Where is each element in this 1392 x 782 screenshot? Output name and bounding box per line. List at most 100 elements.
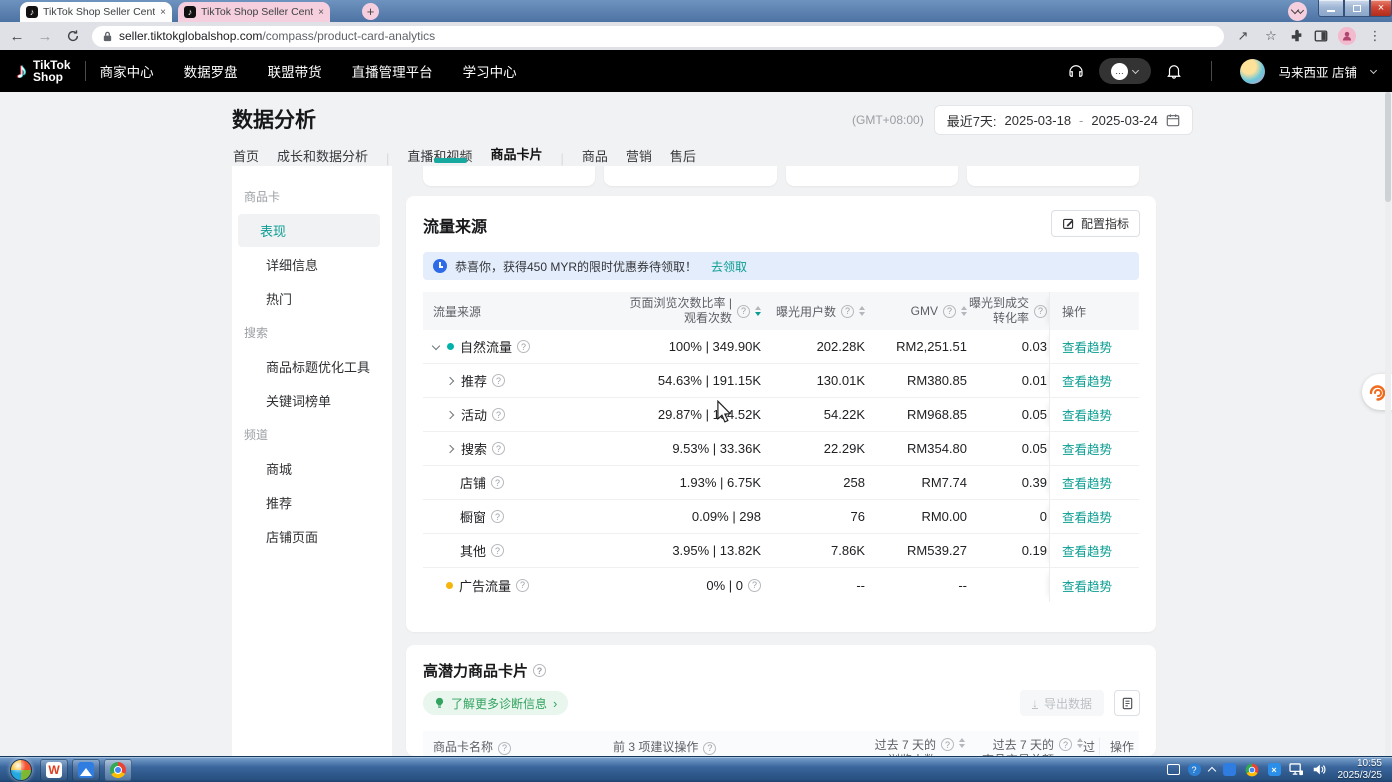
table-row-organic: 自然流量? 100% | 349.90K 202.28K RM2,251.51 …	[423, 330, 1139, 364]
taskbar-clock[interactable]: 10:55 2025/3/25	[1338, 758, 1383, 782]
tray-network-icon[interactable]	[1289, 763, 1304, 776]
view-trend-link[interactable]: 查看趋势	[1062, 576, 1112, 595]
window-minimize-button[interactable]	[1318, 0, 1344, 17]
diagnosis-info-link[interactable]: 了解更多诊断信息 ›	[423, 691, 568, 715]
taskbar-wps-button[interactable]: W	[40, 759, 68, 781]
col-exposed-users[interactable]: 曝光用户数 ?	[761, 292, 865, 330]
sidebar-item-recommend[interactable]: 推荐	[238, 486, 380, 519]
help-icon[interactable]: ?	[492, 374, 505, 387]
date-range-picker[interactable]: 最近7天: 2025-03-18 - 2025-03-24	[934, 105, 1193, 135]
tray-show-hidden-icon[interactable]	[1207, 767, 1215, 775]
tiktok-shop-logo[interactable]: ♪ TikTokShop	[16, 58, 71, 84]
forward-icon[interactable]: →	[36, 28, 54, 45]
view-trend-link[interactable]: 查看趋势	[1062, 541, 1112, 560]
tab-close-icon[interactable]: ×	[160, 7, 166, 18]
nav-item-affiliate[interactable]: 联盟带货	[268, 61, 322, 81]
bell-icon[interactable]	[1165, 62, 1183, 80]
window-maximize-button[interactable]	[1344, 0, 1370, 17]
tray-help-icon[interactable]: ?	[1188, 763, 1201, 776]
tab-search-chevron-icon[interactable]	[1288, 2, 1307, 21]
col-pageview-ratio[interactable]: 页面浏览次数比率 | 观看次数 ?	[603, 292, 761, 330]
tray-window-icon[interactable]	[1167, 764, 1180, 775]
report-icon-button[interactable]	[1114, 690, 1140, 716]
claim-coupon-link[interactable]: 去领取	[711, 258, 747, 275]
reload-icon[interactable]	[64, 29, 82, 43]
tab-close-icon[interactable]: ×	[318, 7, 324, 18]
sidebar-item-mall[interactable]: 商城	[238, 452, 380, 485]
browser-menu-icon[interactable]: ⋮	[1366, 28, 1384, 44]
sidebar-item-trending[interactable]: 热门	[238, 282, 380, 315]
sidebar-item-performance[interactable]: 表现	[238, 214, 380, 247]
window-close-button[interactable]: ×	[1370, 0, 1392, 17]
nav-item-data-compass[interactable]: 数据罗盘	[184, 61, 238, 81]
sidebar-item-details[interactable]: 详细信息	[238, 248, 380, 281]
help-icon[interactable]: ?	[517, 340, 530, 353]
help-icon[interactable]: ?	[491, 510, 504, 523]
headset-icon[interactable]	[1067, 62, 1085, 80]
side-panel-icon[interactable]	[1314, 29, 1328, 43]
help-icon[interactable]: ?	[748, 579, 761, 592]
page-scrollbar[interactable]	[1385, 92, 1391, 756]
view-trend-link[interactable]: 查看趋势	[1062, 507, 1112, 526]
help-icon[interactable]: ?	[703, 742, 716, 755]
help-icon[interactable]: ?	[533, 664, 546, 677]
sidebar-group-product-card: 商品卡	[232, 180, 386, 213]
taskbar-chrome-button[interactable]	[104, 759, 132, 781]
view-trend-link[interactable]: 查看趋势	[1062, 439, 1112, 458]
col-conversion-rate[interactable]: 曝光到成交转化率 ?	[967, 292, 1049, 330]
nav-item-learning-center[interactable]: 学习中心	[463, 61, 517, 81]
view-trend-link[interactable]: 查看趋势	[1062, 405, 1112, 424]
bookmark-star-icon[interactable]: ☆	[1262, 28, 1280, 44]
caret-right-icon: ›	[553, 696, 557, 711]
new-tab-button[interactable]: +	[362, 3, 379, 20]
help-icon[interactable]: ?	[1034, 305, 1047, 318]
url-bar[interactable]: seller.tiktokglobalshop.com/compass/prod…	[92, 26, 1224, 47]
help-icon[interactable]: ?	[941, 738, 954, 751]
analytics-page: 数据分析 (GMT+08:00) 最近7天: 2025-03-18 - 2025…	[0, 92, 1392, 756]
nav-item-live-manager[interactable]: 直播管理平台	[352, 61, 433, 81]
view-trend-link[interactable]: 查看趋势	[1062, 337, 1112, 356]
collapse-icon[interactable]	[432, 341, 440, 349]
help-icon[interactable]: ?	[491, 544, 504, 557]
expand-icon[interactable]	[446, 410, 454, 418]
taskbar-mountain-app-button[interactable]	[72, 759, 100, 781]
main-content: 流量来源 配置指标 恭喜你，获得450 MYR的限时优惠券待领取！ 去领取 流量…	[406, 152, 1156, 756]
store-name-label[interactable]: 马来西亚 店铺	[1279, 62, 1357, 81]
sidebar-item-title-optimizer[interactable]: 商品标题优化工具	[238, 350, 380, 383]
col-gmv-7d[interactable]: 过去 7 天的商品交易总额?	[965, 738, 1083, 756]
sidebar-item-keyword-ranking[interactable]: 关键词榜单	[238, 384, 380, 417]
expand-icon[interactable]	[446, 444, 454, 452]
start-button[interactable]	[10, 759, 32, 781]
sidebar-item-shop-page[interactable]: 店铺页面	[238, 520, 380, 553]
help-icon[interactable]: ?	[943, 305, 956, 318]
tray-swoosh-app-icon[interactable]: ×	[1268, 763, 1281, 776]
help-icon[interactable]: ?	[737, 305, 750, 318]
page-scrollbar-thumb[interactable]	[1385, 92, 1391, 202]
export-data-button[interactable]: ↓ 导出数据	[1020, 690, 1104, 716]
help-icon[interactable]: ?	[498, 742, 511, 755]
browser-tab-1[interactable]: ♪ TikTok Shop Seller Center | Cr ×	[20, 2, 172, 22]
tray-volume-icon[interactable]	[1312, 763, 1326, 776]
help-icon[interactable]: ?	[492, 442, 505, 455]
browser-tab-2[interactable]: ♪ TikTok Shop Seller Center | Cr ×	[178, 2, 330, 22]
message-pill-button[interactable]: …	[1099, 58, 1151, 84]
tray-blue-app-icon[interactable]	[1223, 763, 1236, 776]
help-icon[interactable]: ?	[1059, 738, 1072, 751]
share-icon[interactable]: ↗	[1234, 28, 1252, 44]
help-icon[interactable]: ?	[841, 305, 854, 318]
configure-metrics-button[interactable]: 配置指标	[1051, 210, 1140, 237]
expand-icon[interactable]	[446, 376, 454, 384]
help-icon[interactable]: ?	[491, 476, 504, 489]
back-icon[interactable]: ←	[8, 28, 26, 45]
col-gmv[interactable]: GMV ?	[865, 292, 967, 330]
extensions-puzzle-icon[interactable]	[1290, 29, 1304, 43]
tray-chrome-icon[interactable]	[1245, 763, 1258, 776]
browser-profile-avatar[interactable]	[1338, 27, 1356, 45]
help-icon[interactable]: ?	[492, 408, 505, 421]
col-views-7d[interactable]: 过去 7 天的浏览人数?	[853, 738, 965, 756]
help-icon[interactable]: ?	[516, 579, 529, 592]
view-trend-link[interactable]: 查看趋势	[1062, 371, 1112, 390]
store-avatar[interactable]	[1240, 59, 1265, 84]
nav-item-seller-home[interactable]: 商家中心	[100, 61, 154, 81]
view-trend-link[interactable]: 查看趋势	[1062, 473, 1112, 492]
